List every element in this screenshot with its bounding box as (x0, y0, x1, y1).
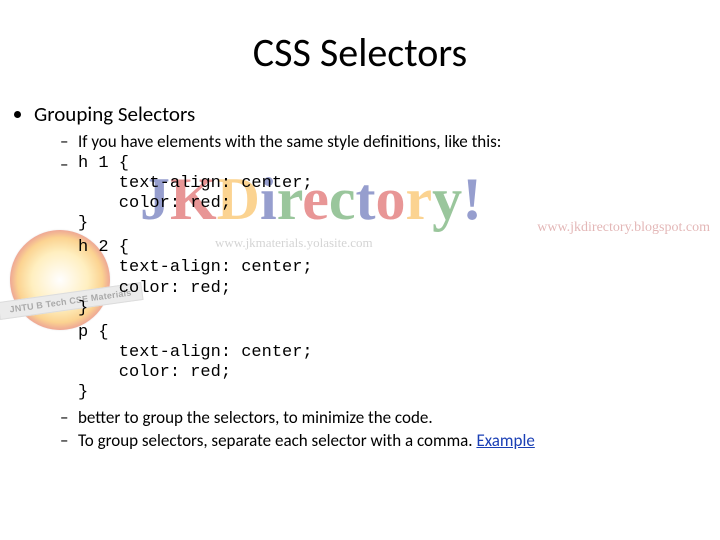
slide-title: CSS Selectors (0, 28, 720, 77)
code-p: p { text-align: center; color: red; } (78, 323, 680, 403)
sub-bullet-group: To group selectors, separate each select… (60, 430, 680, 451)
sub-bullet-better-text: better to group the selectors, to minimi… (78, 407, 433, 428)
bullet-list: Grouping Selectors If you have elements … (34, 101, 720, 451)
sub-bullet-better: better to group the selectors, to minimi… (60, 407, 680, 428)
bullet-grouping-selectors: Grouping Selectors If you have elements … (34, 101, 680, 451)
code-h2: h 2 { text-align: center; color: red; } (78, 238, 680, 318)
sub-bullet-code-h1: h 1 { text-align: center; color: red; } (60, 154, 680, 234)
code-h1: h 1 { text-align: center; color: red; } (78, 154, 680, 234)
sub-bullet-intro-text: If you have elements with the same style… (78, 131, 501, 152)
sub-bullet-list-2: better to group the selectors, to minimi… (60, 407, 680, 452)
slide-content: CSS Selectors Grouping Selectors If you … (0, 0, 720, 451)
sub-bullet-list: If you have elements with the same style… (60, 131, 680, 234)
sub-bullet-group-text: To group selectors, separate each select… (78, 430, 476, 451)
example-link[interactable]: Example (476, 430, 534, 451)
sub-bullet-intro: If you have elements with the same style… (60, 131, 680, 152)
bullet-text: Grouping Selectors (34, 101, 195, 127)
